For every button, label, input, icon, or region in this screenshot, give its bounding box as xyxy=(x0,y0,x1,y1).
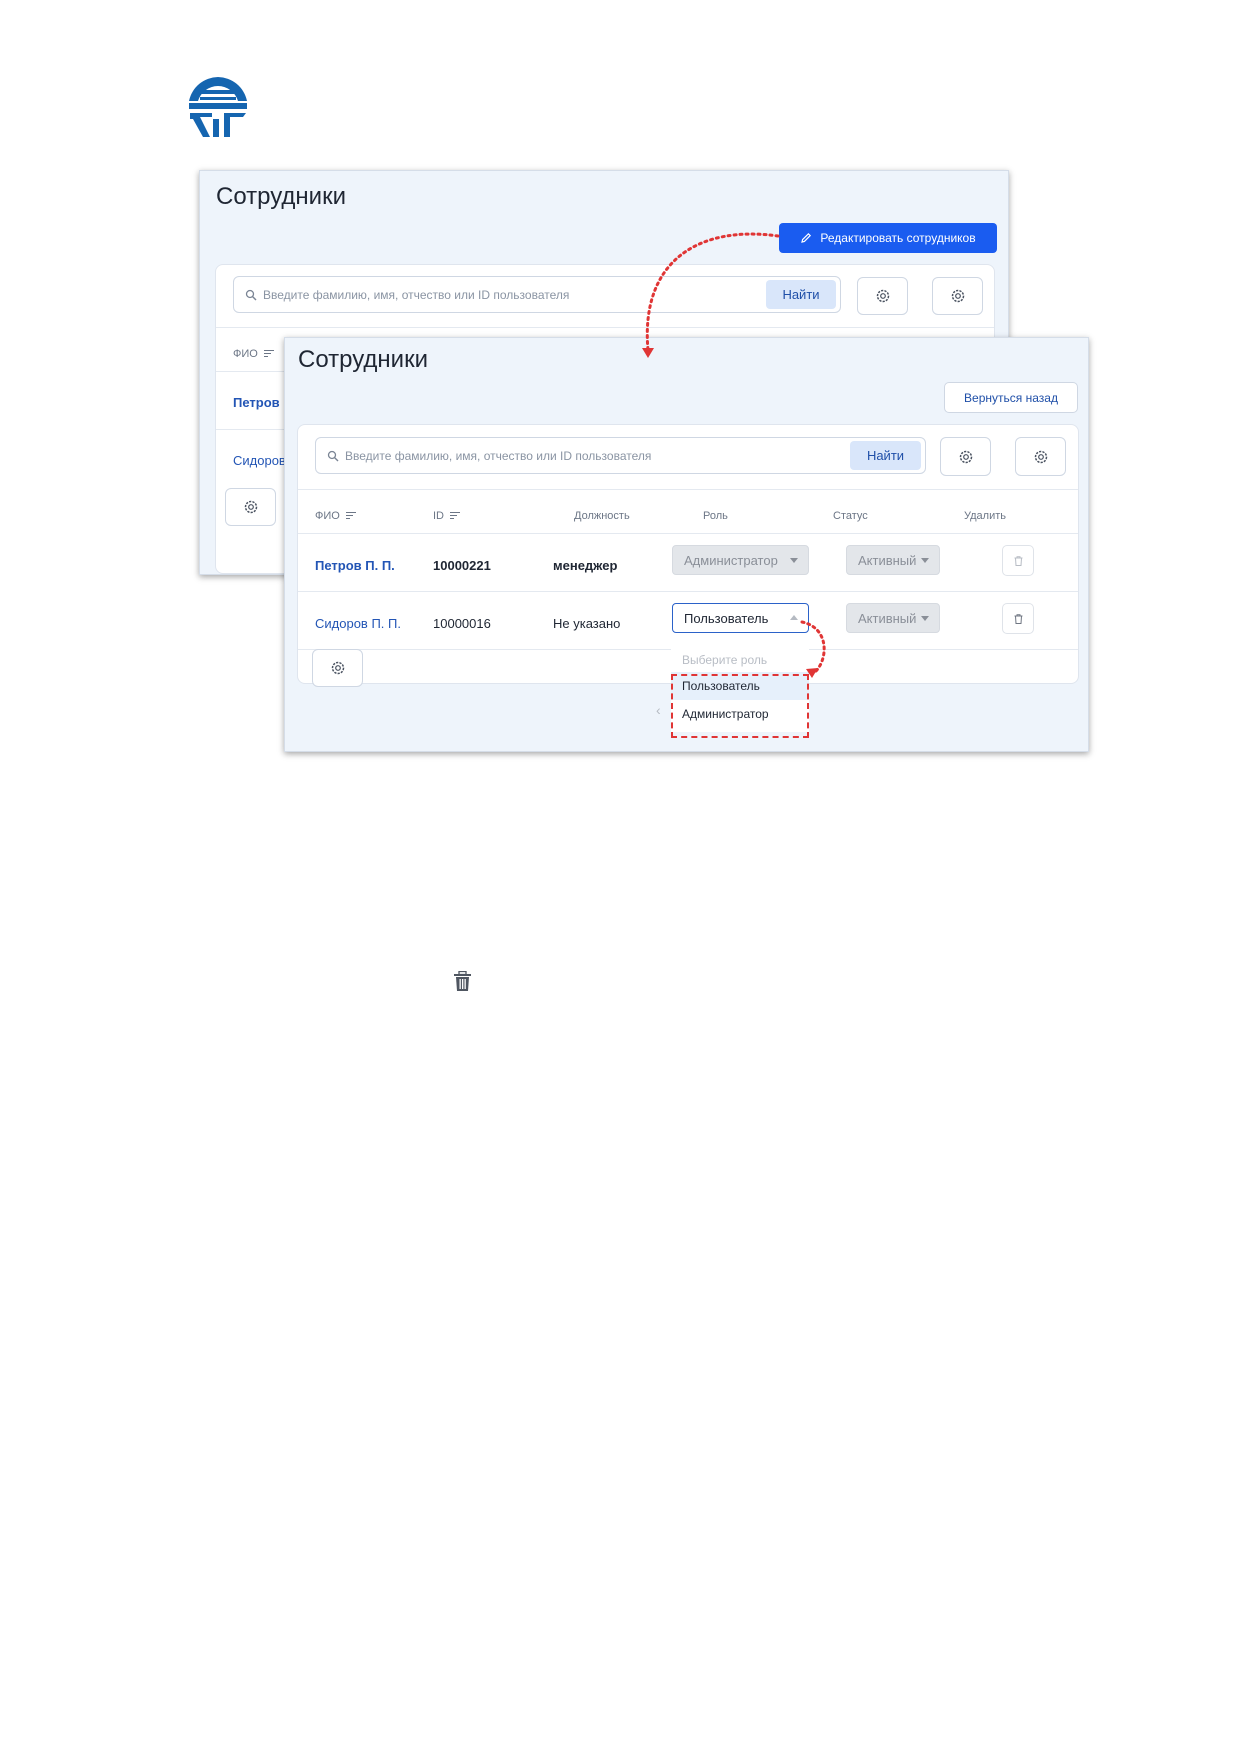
annotation-arrow-edit xyxy=(645,232,780,352)
annotation-arrow-dropdown xyxy=(800,620,826,674)
annotation-arrows xyxy=(642,232,826,678)
annotation-arrow-head xyxy=(806,668,818,678)
trash-icon xyxy=(454,971,471,991)
annotation-arrow-head xyxy=(642,348,654,358)
